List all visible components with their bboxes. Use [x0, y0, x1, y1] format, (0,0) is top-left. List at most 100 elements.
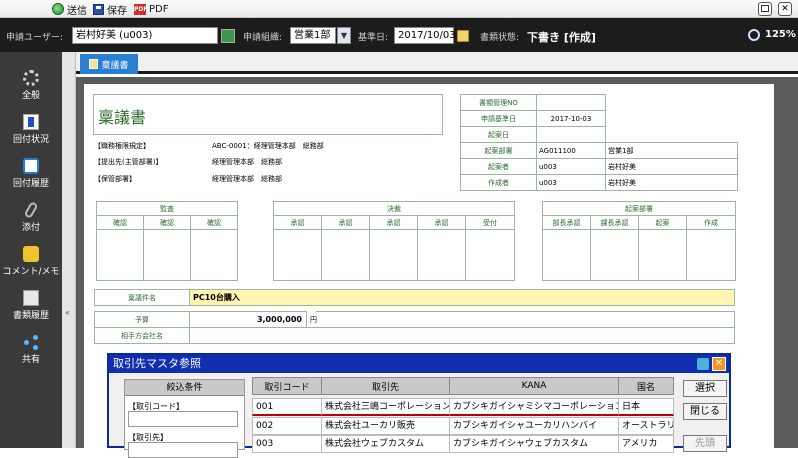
- base-date-field[interactable]: 2017/10/03: [394, 27, 456, 44]
- sidebar-item-comment[interactable]: コメント/メモ: [0, 246, 62, 277]
- col-header-name[interactable]: 取引先: [321, 377, 450, 395]
- budget-field[interactable]: 3,000,000: [189, 311, 307, 328]
- col-header-kana[interactable]: KANA: [449, 377, 619, 395]
- drafter-code: u003: [536, 158, 606, 175]
- first-page-button[interactable]: 先頭: [683, 435, 727, 452]
- sidebar-item-doc-history[interactable]: 書類履歴: [0, 290, 62, 321]
- audit-stamp-2[interactable]: [143, 229, 191, 281]
- sidebar-item-routing-status[interactable]: 回付状況: [0, 114, 62, 145]
- table-row-3-name[interactable]: 株式会社ウェブカスタム: [321, 435, 450, 453]
- subject-field[interactable]: PC10台購入: [189, 289, 735, 306]
- table-row-1-country[interactable]: 日本: [618, 398, 674, 416]
- decision-col-5: 受付: [465, 215, 515, 230]
- authority-value: ABC-0001：経理管理本部 総務部: [212, 142, 324, 150]
- restore-icon[interactable]: [697, 358, 709, 370]
- applicant-field[interactable]: 岩村好美 (u003): [72, 27, 218, 44]
- col-header-country[interactable]: 国名: [618, 377, 674, 395]
- table-row-3-code[interactable]: 003: [252, 435, 322, 453]
- budget-label: 予算: [94, 311, 190, 328]
- select-button[interactable]: 選択: [683, 380, 727, 397]
- restore-window-button[interactable]: [758, 2, 772, 16]
- decision-title: 決裁: [273, 201, 515, 216]
- table-row-1-kana[interactable]: カブシキガイシャミシマコーポレーション: [449, 398, 619, 416]
- table-row-2-code[interactable]: 002: [252, 417, 322, 435]
- user-picker-icon[interactable]: [221, 29, 235, 43]
- sidebar-item-general[interactable]: 全般: [0, 70, 62, 101]
- drafter-name: 岩村好美: [605, 158, 738, 175]
- dialog-close-button[interactable]: ✕: [712, 357, 726, 371]
- table-row-2-name[interactable]: 株式会社ユーカリ販売: [321, 417, 450, 435]
- sidebar-item-attachment[interactable]: 添付: [0, 201, 62, 233]
- drafting-stamp-2[interactable]: [590, 229, 639, 281]
- zoom-in-icon[interactable]: [748, 29, 760, 41]
- decision-col-1: 承認: [273, 215, 322, 230]
- submit-dept-value: 経理管理本部 総務部: [212, 158, 282, 166]
- drafting-stamp-3[interactable]: [638, 229, 687, 281]
- decision-stamp-4[interactable]: [417, 229, 466, 281]
- paperclip-icon: [23, 201, 39, 219]
- floppy-disk-icon: [93, 3, 104, 15]
- sidebar-item-share[interactable]: 共有: [0, 334, 62, 365]
- filter-name-input[interactable]: [128, 442, 238, 458]
- calendar-icon[interactable]: [457, 30, 469, 42]
- drafting-col-3: 起案: [638, 215, 687, 230]
- gear-icon: [23, 70, 39, 86]
- title-box: 稟議書: [93, 94, 443, 135]
- table-row-2-kana[interactable]: カブシキガイシャユーカリハンバイ: [449, 417, 619, 435]
- col-header-code[interactable]: 取引コード: [252, 377, 322, 395]
- decision-stamp-1[interactable]: [273, 229, 322, 281]
- partner-master-dialog: 取引先マスタ参照 ✕ 絞込条件 【取引コード】 【取引先】 取引コード 取引先 …: [107, 353, 731, 458]
- doc-status-value: 下書き [作成]: [527, 31, 596, 44]
- sidebar-item-label: 全般: [21, 91, 40, 101]
- storage-dept-label: 【保管部署】: [94, 175, 136, 183]
- table-row-3-country[interactable]: アメリカ: [618, 435, 674, 453]
- table-row-3-kana[interactable]: カブシキガイシャウェブカスタム: [449, 435, 619, 453]
- chevron-down-icon[interactable]: ▼: [337, 27, 351, 44]
- audit-col-1: 確認: [96, 215, 144, 230]
- dept-name: 営業1部: [605, 142, 738, 159]
- org-select[interactable]: 営業1部: [290, 27, 336, 44]
- close-button[interactable]: 閉じる: [683, 403, 727, 420]
- doc-no-label: 書類管理NO: [460, 94, 537, 111]
- send-label: 送信: [67, 5, 87, 17]
- partner-field[interactable]: [189, 327, 735, 344]
- sidebar-collapse-handle[interactable]: «: [62, 52, 76, 448]
- partner-label: 相手方会社名: [94, 327, 190, 344]
- drafting-stamp-1[interactable]: [542, 229, 591, 281]
- table-row-2-country[interactable]: オーストラリア: [618, 417, 674, 435]
- decision-stamp-2[interactable]: [321, 229, 370, 281]
- pdf-button[interactable]: PDF PDF: [134, 2, 168, 16]
- decision-stamp-5[interactable]: [465, 229, 515, 281]
- drafting-col-1: 部長承認: [542, 215, 591, 230]
- tab-label: 稟議書: [101, 60, 129, 71]
- table-row-1-code[interactable]: 001: [252, 398, 322, 416]
- audit-stamp-3[interactable]: [190, 229, 238, 281]
- decision-col-3: 承認: [369, 215, 418, 230]
- sidebar-item-label: 共有: [21, 355, 40, 365]
- draft-date-label: 起案日: [460, 126, 537, 143]
- dialog-title-bar[interactable]: 取引先マスタ参照 ✕: [109, 355, 729, 373]
- close-window-button[interactable]: ✕: [778, 2, 792, 16]
- apply-date-label: 申請基準日: [460, 110, 537, 127]
- top-toolbar: 送信 保存 PDF PDF ✕: [0, 0, 798, 18]
- sidebar-item-routing-history[interactable]: 回付履歴: [0, 158, 62, 189]
- save-button[interactable]: 保存: [93, 2, 127, 17]
- draft-date-value: [536, 126, 606, 143]
- base-date-label: 基準日:: [358, 33, 389, 43]
- drafting-stamp-4[interactable]: [686, 229, 736, 281]
- filter-panel: 絞込条件 【取引コード】 【取引先】: [124, 379, 245, 458]
- send-button[interactable]: 送信: [52, 2, 87, 17]
- table-row-1-name[interactable]: 株式会社三嶋コーポレーション: [321, 398, 450, 416]
- sidebar-item-label: 添付: [21, 223, 40, 233]
- pdf-label: PDF: [149, 3, 169, 15]
- authority-label: 【職務権限規定】: [94, 142, 150, 150]
- drafter-label: 起案者: [460, 158, 537, 175]
- document-title: 稟議書: [98, 108, 147, 127]
- tab-bar: 稟議書: [76, 52, 798, 74]
- audit-stamp-1[interactable]: [96, 229, 144, 281]
- tab-ringi[interactable]: 稟議書: [80, 54, 138, 74]
- filter-code-input[interactable]: [128, 411, 238, 427]
- save-label: 保存: [107, 5, 127, 17]
- window-icon: [761, 5, 769, 12]
- decision-stamp-3[interactable]: [369, 229, 418, 281]
